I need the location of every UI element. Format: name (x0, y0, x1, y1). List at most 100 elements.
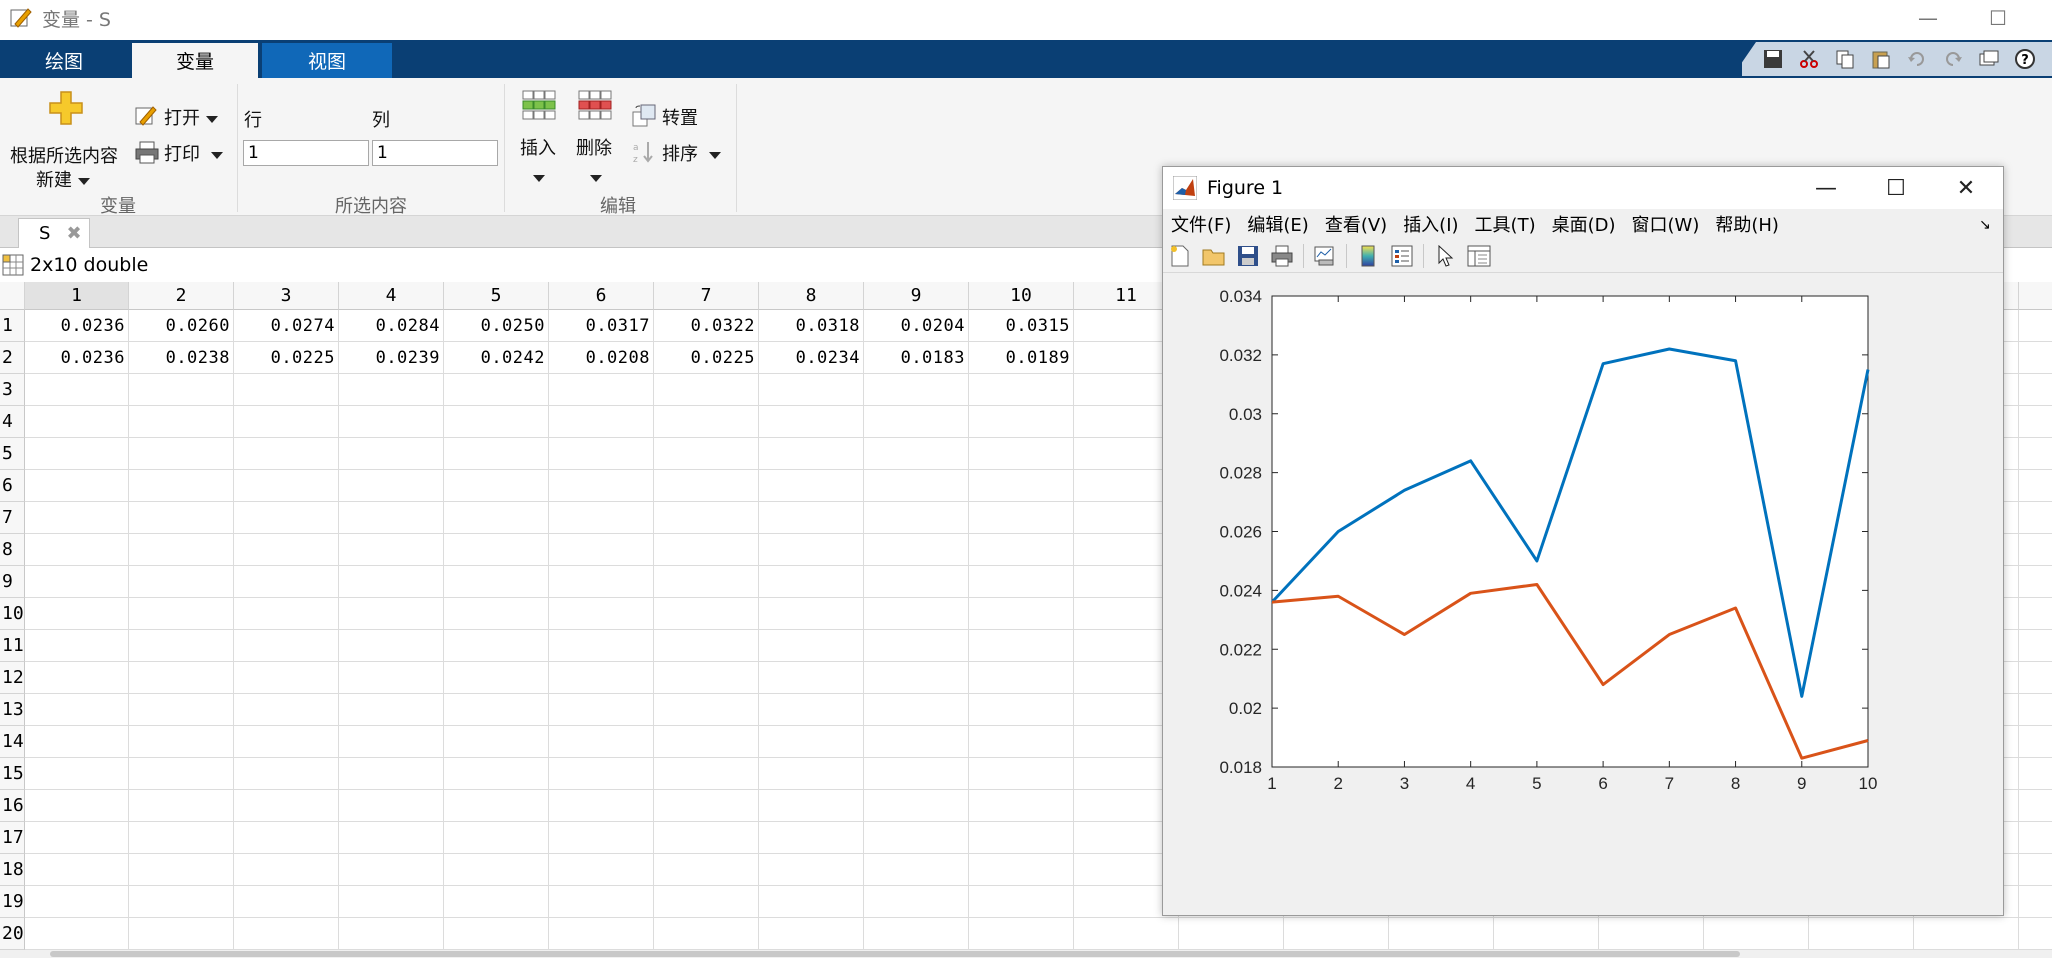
cut-icon[interactable] (1798, 48, 1820, 70)
row-header[interactable]: 5 (0, 438, 25, 470)
table-cell[interactable] (759, 470, 864, 502)
figure-menu-item[interactable]: 工具(T) (1475, 211, 1536, 237)
transpose-button[interactable]: 转置 (632, 104, 712, 130)
table-cell[interactable] (444, 662, 549, 694)
table-cell[interactable] (969, 886, 1074, 918)
table-cell[interactable] (25, 662, 129, 694)
column-header[interactable]: 10 (969, 282, 1074, 310)
table-cell[interactable] (2019, 534, 2052, 566)
figure-minimize-button[interactable]: — (1791, 167, 1861, 209)
table-cell[interactable] (339, 662, 444, 694)
row-header[interactable]: 3 (0, 374, 25, 406)
line-chart[interactable]: 1 2 3 4 5 6 7 8 9 10 0.018 0.02 0.022 0.024 0.026 0.028… (1163, 285, 2003, 915)
table-cell[interactable]: 0.0322 (654, 310, 759, 342)
table-cell[interactable] (654, 598, 759, 630)
table-cell[interactable] (234, 630, 339, 662)
table-cell[interactable] (2019, 662, 2052, 694)
row-header[interactable]: 6 (0, 470, 25, 502)
table-cell[interactable] (759, 822, 864, 854)
table-cell[interactable]: 0.0238 (129, 342, 234, 374)
table-cell[interactable] (444, 822, 549, 854)
table-cell[interactable] (864, 406, 969, 438)
table-cell[interactable] (759, 630, 864, 662)
column-header[interactable]: 1 (25, 282, 129, 310)
table-cell[interactable] (864, 566, 969, 598)
figure-maximize-button[interactable]: ☐ (1861, 167, 1931, 209)
table-cell[interactable] (1914, 918, 2019, 950)
table-cell[interactable] (339, 630, 444, 662)
table-cell[interactable] (549, 598, 654, 630)
column-header[interactable]: 3 (234, 282, 339, 310)
table-cell[interactable] (2019, 342, 2052, 374)
table-cell[interactable] (234, 758, 339, 790)
table-cell[interactable] (549, 534, 654, 566)
save-figure-icon[interactable] (1235, 243, 1261, 269)
table-cell[interactable] (129, 470, 234, 502)
table-cell[interactable] (129, 406, 234, 438)
table-cell[interactable] (759, 758, 864, 790)
table-cell[interactable] (444, 790, 549, 822)
table-cell[interactable] (759, 598, 864, 630)
figure-menu-item[interactable]: 文件(F) (1171, 211, 1231, 237)
table-cell[interactable] (2019, 406, 2052, 438)
table-cell[interactable]: 0.0274 (234, 310, 339, 342)
row-header[interactable]: 2 (0, 342, 25, 374)
figure-menu-item[interactable]: 帮助(H) (1715, 211, 1779, 237)
row-header[interactable]: 11 (0, 630, 25, 662)
table-cell[interactable] (444, 470, 549, 502)
column-header[interactable]: 4 (339, 282, 444, 310)
table-cell[interactable] (549, 790, 654, 822)
table-cell[interactable] (129, 822, 234, 854)
table-cell[interactable] (549, 918, 654, 950)
figure-menu-item[interactable]: 插入(I) (1403, 211, 1458, 237)
table-cell[interactable] (549, 566, 654, 598)
table-cell[interactable] (444, 534, 549, 566)
figure-menu-item[interactable]: 查看(V) (1325, 211, 1387, 237)
table-cell[interactable] (864, 694, 969, 726)
table-cell[interactable] (2019, 694, 2052, 726)
colorbar-icon[interactable] (1355, 243, 1381, 269)
maximize-button[interactable]: ☐ (1968, 0, 2028, 36)
table-cell[interactable] (969, 406, 1074, 438)
table-cell[interactable] (759, 854, 864, 886)
table-cell[interactable] (129, 438, 234, 470)
table-cell[interactable] (339, 374, 444, 406)
row-header[interactable]: 19 (0, 886, 25, 918)
row-header[interactable]: 1 (0, 310, 25, 342)
table-cell[interactable] (864, 918, 969, 950)
table-cell[interactable] (25, 502, 129, 534)
table-cell[interactable] (339, 918, 444, 950)
table-cell[interactable] (339, 598, 444, 630)
redo-icon[interactable] (1942, 48, 1964, 70)
table-cell[interactable] (864, 790, 969, 822)
table-cell[interactable] (234, 438, 339, 470)
table-cell[interactable] (234, 470, 339, 502)
print-button[interactable]: 打印 (132, 138, 232, 166)
table-cell[interactable] (444, 758, 549, 790)
table-cell[interactable] (129, 630, 234, 662)
table-cell[interactable] (759, 374, 864, 406)
table-cell[interactable] (969, 630, 1074, 662)
table-cell[interactable] (1389, 918, 1494, 950)
row-header[interactable]: 14 (0, 726, 25, 758)
plot-axes-box[interactable] (1271, 295, 1869, 768)
table-cell[interactable] (654, 534, 759, 566)
table-cell[interactable] (1599, 918, 1704, 950)
table-cell[interactable] (654, 694, 759, 726)
table-cell[interactable] (549, 630, 654, 662)
close-icon[interactable]: ✖ (66, 223, 81, 244)
table-cell[interactable] (2019, 790, 2052, 822)
figure-menu-item[interactable]: 桌面(D) (1552, 211, 1616, 237)
table-cell[interactable] (654, 918, 759, 950)
table-cell[interactable]: 0.0225 (654, 342, 759, 374)
table-cell[interactable] (549, 886, 654, 918)
open-button[interactable]: 打开 (132, 102, 222, 130)
table-cell[interactable] (1074, 918, 1179, 950)
table-cell[interactable] (339, 534, 444, 566)
table-cell[interactable] (2019, 598, 2052, 630)
table-cell[interactable] (339, 438, 444, 470)
table-cell[interactable] (969, 502, 1074, 534)
table-cell[interactable] (969, 438, 1074, 470)
table-cell[interactable] (864, 758, 969, 790)
table-cell[interactable] (759, 886, 864, 918)
